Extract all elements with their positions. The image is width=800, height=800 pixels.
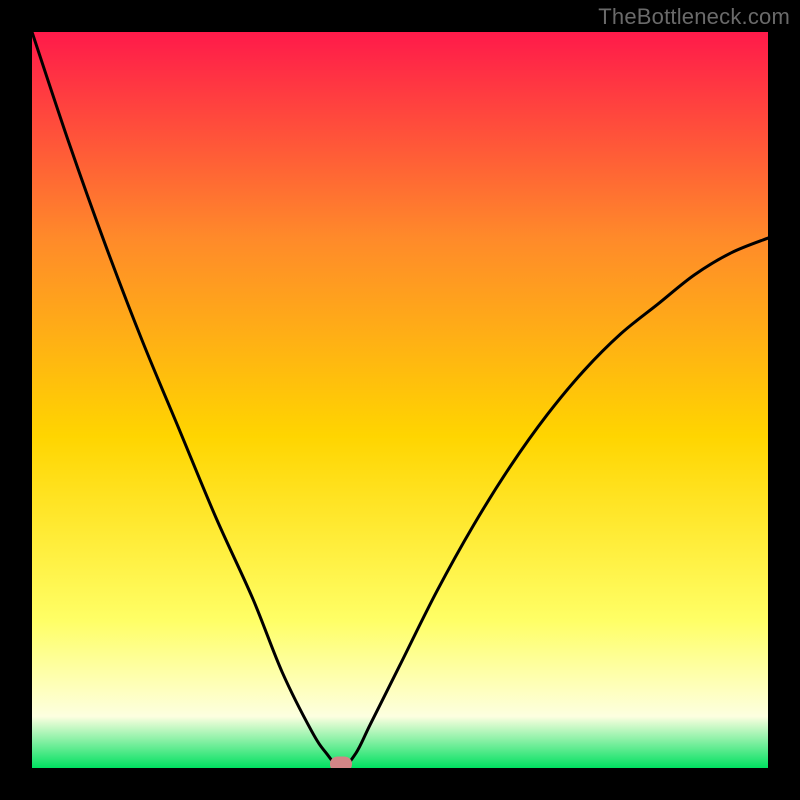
- watermark-text: TheBottleneck.com: [598, 4, 790, 30]
- plot-area: [32, 32, 768, 768]
- gradient-background: [32, 32, 768, 768]
- optimum-marker: [330, 757, 352, 769]
- plot-svg: [32, 32, 768, 768]
- chart-frame: TheBottleneck.com: [0, 0, 800, 800]
